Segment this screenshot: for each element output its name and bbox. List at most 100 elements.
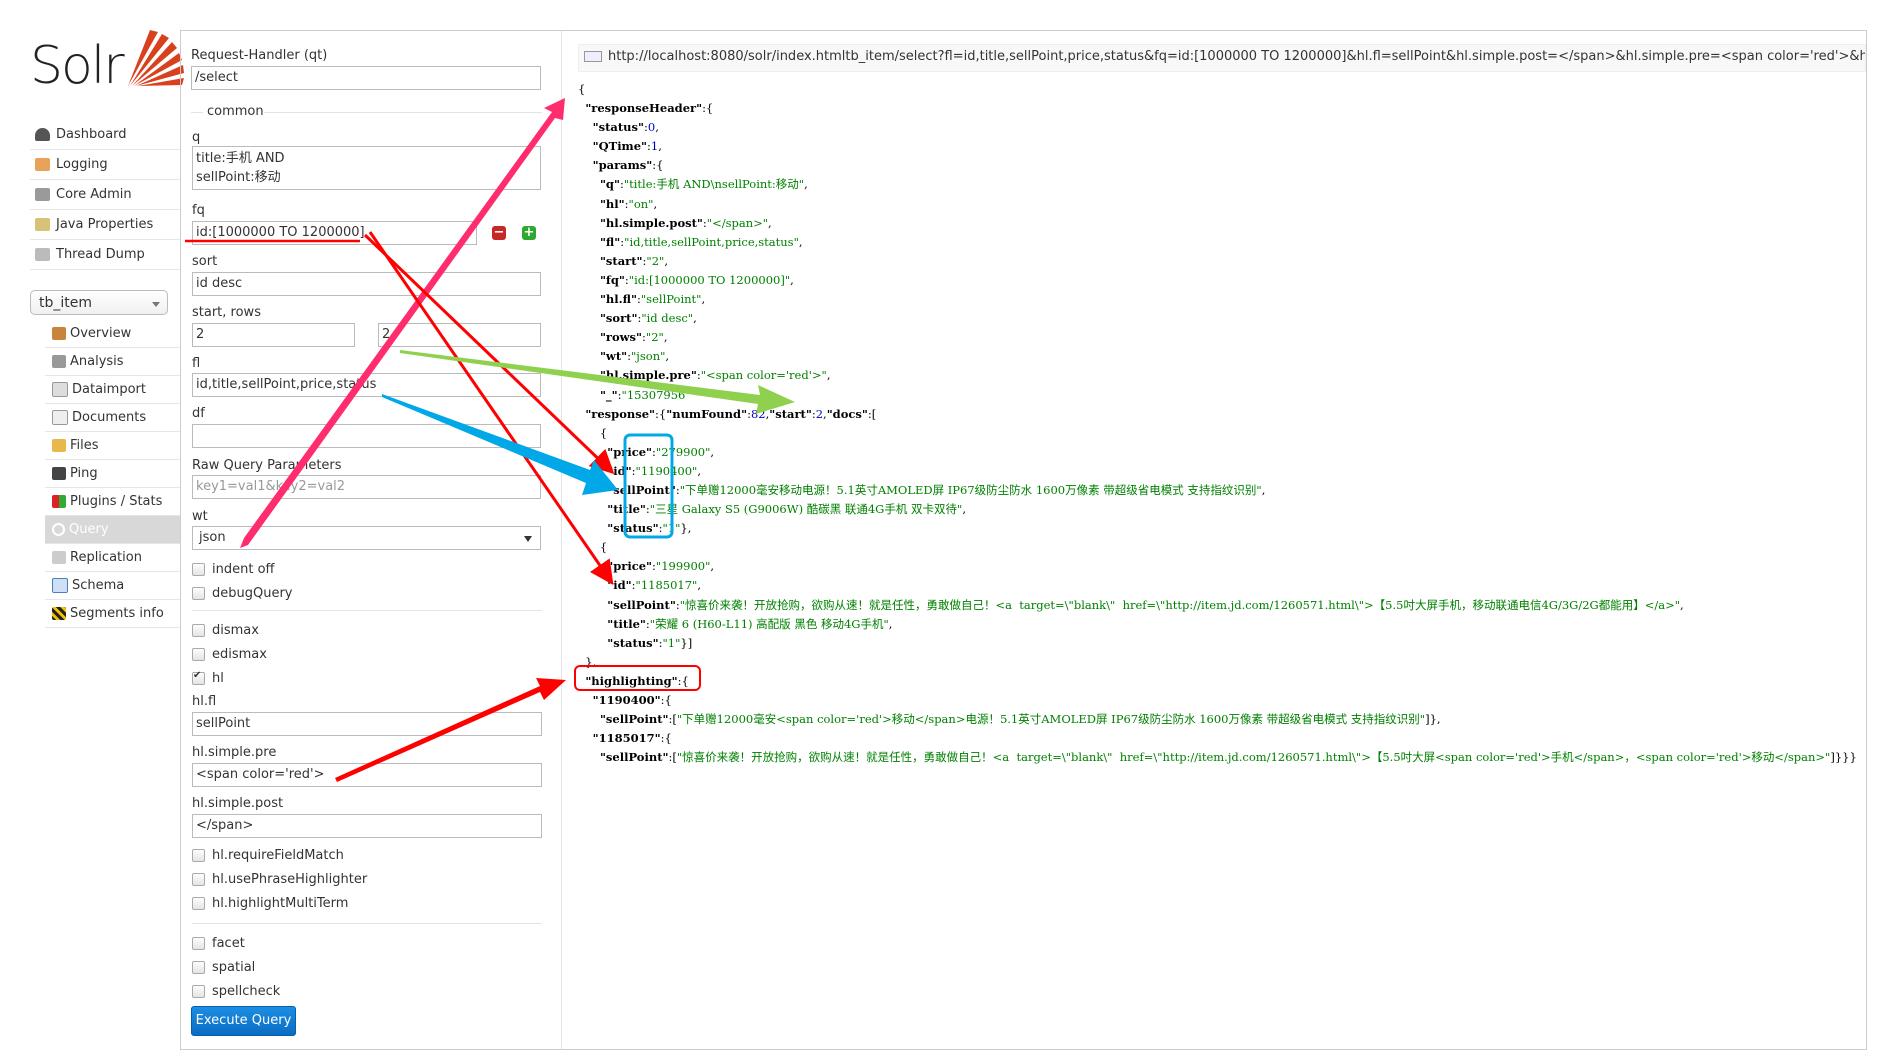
start-input[interactable]: 2 [192,323,355,347]
json-punct: , [653,196,658,211]
legend-line [264,112,542,113]
checkbox-box[interactable] [192,586,205,600]
q-label: q [192,130,201,145]
json-key: "title" [607,502,646,517]
json-line: "price":"279900", [578,443,1857,462]
checkbox-box[interactable] [192,562,205,576]
json-punct: , [655,120,659,135]
request-handler-input[interactable]: /select [191,66,541,90]
json-punct: , [768,215,772,230]
raw-params-input[interactable]: key1=val1&key2=val2 [192,475,541,499]
checkbox-box-checked[interactable] [192,670,205,685]
json-string: "json" [631,349,666,364]
json-number: 82 [750,406,766,421]
common-legend: common [207,104,264,119]
json-punct [578,120,593,134]
core-nav-overview[interactable]: Overview [45,320,180,348]
add-fq-button[interactable]: + [522,226,536,240]
json-key: "fq" [599,272,625,287]
json-string: "1190400" [635,463,698,478]
nav-item-thread-dump[interactable]: Thread Dump [30,240,180,270]
nav-item-logging[interactable]: Logging [30,150,180,180]
hl-pre-input[interactable]: <span color='red'> [192,763,542,787]
nav-item-core-admin[interactable]: Core Admin [30,180,180,210]
checkbox-hl-require-field-match[interactable]: hl.requireFieldMatch [192,843,367,867]
fl-input[interactable]: id,title,sellPoint,price,status [192,373,541,397]
checkbox-label: hl.highlightMultiTerm [212,895,349,911]
json-string: "on" [628,196,654,211]
checkbox-facet[interactable]: facet [192,931,280,955]
json-punct: , [664,253,668,268]
json-line: "wt":"json", [578,347,1857,366]
checkbox-hl[interactable]: hl [192,666,267,690]
core-nav-analysis[interactable]: Analysis [45,348,180,376]
json-punct: , [888,616,893,631]
wt-select[interactable]: json [192,526,541,550]
checkbox-label: edismax [212,646,267,662]
fq-input[interactable]: id:[1000000 TO 1200000] [192,221,477,245]
checkbox-box[interactable] [192,960,205,974]
checkbox-spatial[interactable]: spatial [192,955,280,979]
request-url-text[interactable]: http://localhost:8080/solr/index.htmltb_… [608,49,1865,64]
nav-item-label: Thread Dump [56,247,145,262]
sort-input[interactable]: id desc [192,272,541,296]
query-icon [52,523,65,536]
json-punct: , [804,177,808,192]
core-nav-label: Query [69,522,109,537]
json-punct: , [697,578,701,593]
solr-logo[interactable]: Solr [30,28,184,98]
core-nav-files[interactable]: Files [45,432,180,460]
json-line: "id":"1185017", [578,576,1857,595]
core-selector[interactable]: tb_item [30,290,168,315]
checkbox-hl-use-phrase-highlighter[interactable]: hl.usePhraseHighlighter [192,867,367,891]
json-punct [578,330,600,344]
df-input[interactable] [192,424,541,448]
checkbox-box[interactable] [192,984,205,998]
documents-icon [52,410,68,425]
fq-label: fq [192,203,205,218]
json-punct: }] [680,635,693,650]
core-nav-replication[interactable]: Replication [45,544,180,572]
checkbox-indent-off[interactable]: indent off [192,557,293,581]
execute-query-button[interactable]: Execute Query [191,1006,296,1036]
json-key: "sellPoint" [607,482,676,497]
checkbox-box[interactable] [192,896,205,910]
schema-icon [52,578,68,593]
checkbox-hl-highlight-multi-term[interactable]: hl.highlightMultiTerm [192,891,367,915]
core-nav-plugins[interactable]: Plugins / Stats [45,488,180,516]
json-key: "status" [607,635,659,650]
json-punct: , [710,444,715,459]
json-punct: ]}, [1425,712,1441,727]
checkbox-debugquery[interactable]: debugQuery [192,581,293,605]
checkbox-box[interactable] [192,872,205,886]
nav-item-dashboard[interactable]: Dashboard [30,120,180,150]
remove-fq-button[interactable]: − [492,226,506,240]
hl-post-input[interactable]: </span> [192,814,542,838]
nav-item-java-properties[interactable]: Java Properties [30,210,180,240]
checkbox-box[interactable] [192,848,205,862]
json-string: "id desc" [641,311,694,326]
q-textarea[interactable]: title:手机 AND sellPoint:移动 [192,146,541,190]
checkbox-spellcheck[interactable]: spellcheck [192,979,280,1003]
core-nav-dataimport[interactable]: Dataimport [45,376,180,404]
rows-input[interactable]: 2 [378,323,541,347]
core-nav-documents[interactable]: Documents [45,404,180,432]
json-punct [578,445,607,459]
json-punct: , [701,292,706,307]
checkbox-box[interactable] [192,936,205,950]
checkbox-box[interactable] [192,647,205,661]
checkbox-edismax[interactable]: edismax [192,642,267,666]
hl-fl-input[interactable]: sellPoint [192,712,542,736]
core-nav-segments[interactable]: Segments info [45,600,180,628]
request-url-link[interactable]: http://localhost:8080/solr/index.htmltb_… [578,44,1866,72]
checkbox-label: dismax [212,622,259,638]
checkbox-dismax[interactable]: dismax [192,618,267,642]
core-nav-ping[interactable]: Ping [45,460,180,488]
core-nav-query[interactable]: Query [45,516,180,544]
json-line: "hl":"on", [578,195,1857,214]
checkbox-label: hl.requireFieldMatch [212,847,344,863]
checkbox-box[interactable] [192,623,205,637]
core-nav-label: Documents [72,410,147,425]
core-nav-schema[interactable]: Schema [45,572,180,600]
json-punct: , [693,311,697,326]
